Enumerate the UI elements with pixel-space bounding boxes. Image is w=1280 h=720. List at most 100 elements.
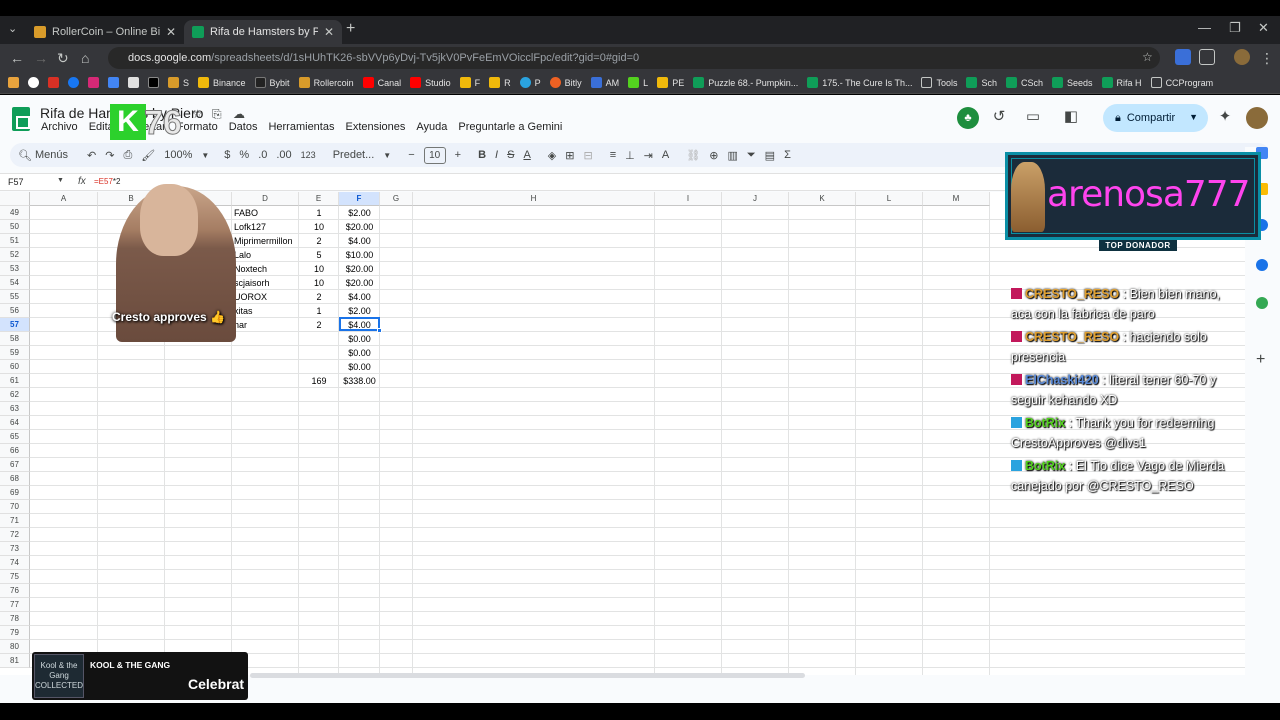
url-field[interactable]: docs.google.com/spreadsheets/d/1sHUhTK26… [108,47,1160,69]
row-header[interactable]: 58 [0,332,30,346]
horizontal-align-icon[interactable]: ≡ [610,149,616,161]
cell-f60[interactable]: $0.00 [340,360,379,374]
column-header-i[interactable]: I [655,192,722,206]
functions-icon[interactable]: Σ [784,149,791,161]
cell-e57[interactable]: 2 [300,318,338,332]
bookmark-puzzle[interactable]: Puzzle 68.- Pumpkin... [693,77,798,88]
bookmark-rifa-h[interactable]: Rifa H [1101,77,1142,88]
forward-icon[interactable]: → [34,50,48,66]
row-header[interactable]: 72 [0,528,30,542]
cell-e51[interactable]: 2 [300,234,338,248]
name-box-chevron-icon[interactable]: ▼ [57,177,64,184]
column-header-j[interactable]: J [722,192,789,206]
row-header[interactable]: 61 [0,374,30,388]
cell-e54[interactable]: 10 [300,276,338,290]
row-header[interactable]: 52 [0,248,30,262]
close-tab-icon[interactable]: ✕ [166,25,176,39]
percent-button[interactable]: % [239,149,249,161]
row-header[interactable]: 65 [0,430,30,444]
row-header[interactable]: 56 [0,304,30,318]
bookmark-f[interactable]: F [459,77,480,88]
bookmark-icon-only[interactable] [128,77,139,88]
bookmark-s[interactable]: S [168,77,189,88]
column-header-f[interactable]: F [339,192,380,206]
cell-e50[interactable]: 10 [300,220,338,234]
cell-f53[interactable]: $20.00 [340,262,379,276]
font-chevron-icon[interactable]: ▼ [383,151,391,160]
row-header[interactable]: 68 [0,472,30,486]
insert-chart-icon[interactable]: ▥ [727,149,737,162]
font-select[interactable]: Predet... [333,149,375,161]
bookmark-folder-tools[interactable]: Tools [921,77,957,88]
search-menus-icon[interactable]: 🔍︎ [18,149,32,162]
number-format-button[interactable]: 123 [301,150,316,160]
bookmark-icon-only[interactable] [68,77,79,88]
merge-cells-icon[interactable]: ⊟ [583,149,592,162]
reload-icon[interactable]: ↻ [57,50,69,67]
column-header-m[interactable]: M [923,192,990,206]
cell-e53[interactable]: 10 [300,262,338,276]
row-header[interactable]: 55 [0,290,30,304]
bookmark-binance[interactable]: Binance [198,77,246,88]
cell-f61[interactable]: $338.00 [340,374,379,388]
text-color-icon[interactable]: A [523,149,530,161]
row-header[interactable]: 75 [0,570,30,584]
column-header-k[interactable]: K [789,192,856,206]
row-header[interactable]: 59 [0,346,30,360]
menu-gemini[interactable]: Preguntarle a Gemini [458,121,562,133]
undo-icon[interactable]: ↶ [87,149,96,162]
bookmark-sch[interactable]: Sch [966,77,997,88]
back-icon[interactable]: ← [10,50,24,66]
select-all-corner[interactable] [0,192,30,206]
row-header[interactable]: 81 [0,654,30,668]
zoom-select[interactable]: 100% [164,149,192,161]
bookmark-cure[interactable]: 175.- The Cure Is Th... [807,77,912,88]
add-addon-icon[interactable]: + [1256,351,1265,369]
bookmark-seeds[interactable]: Seeds [1052,77,1093,88]
tab-search-icon[interactable]: ⌄ [8,22,17,35]
borders-icon[interactable]: ⊞ [565,149,574,162]
currency-button[interactable]: $ [224,149,230,161]
font-size-increase-icon[interactable]: + [455,149,461,161]
cell-e56[interactable]: 1 [300,304,338,318]
bookmark-icon-only[interactable] [108,77,119,88]
menu-ayuda[interactable]: Ayuda [416,121,447,133]
menu-extensiones[interactable]: Extensiones [345,121,405,133]
text-wrap-icon[interactable]: ⇥ [644,149,653,162]
share-button[interactable]: 🔒︎ Compartir ▼ [1103,104,1208,132]
cell-f54[interactable]: $20.00 [340,276,379,290]
meet-icon[interactable]: ◧ [1060,107,1082,129]
italic-icon[interactable]: I [495,149,498,161]
row-header[interactable]: 77 [0,598,30,612]
redo-icon[interactable]: ↷ [105,149,114,162]
row-header[interactable]: 50 [0,220,30,234]
bookmark-icon-only[interactable] [28,77,39,88]
cell-f50[interactable]: $20.00 [340,220,379,234]
home-icon[interactable]: ⌂ [81,50,89,66]
bookmark-bitly[interactable]: Bitly [549,77,582,88]
insert-comment-icon[interactable]: ⊕ [709,149,718,162]
cell-e49[interactable]: 1 [300,206,338,220]
sheets-logo-icon[interactable] [12,107,30,131]
extension-icon[interactable] [1175,49,1191,65]
row-header[interactable]: 71 [0,514,30,528]
cell-f56[interactable]: $2.00 [340,304,379,318]
cell-f58[interactable]: $0.00 [340,332,379,346]
row-header[interactable]: 76 [0,584,30,598]
menu-datos[interactable]: Datos [229,121,258,133]
row-header[interactable]: 62 [0,388,30,402]
row-header[interactable]: 67 [0,458,30,472]
bookmark-icon-only[interactable] [88,77,99,88]
row-header[interactable]: 74 [0,556,30,570]
browser-menu-icon[interactable]: ⋮ [1260,50,1274,67]
cell-e55[interactable]: 2 [300,290,338,304]
column-header-e[interactable]: E [299,192,339,206]
bookmark-rollercoin[interactable]: Rollercoin [298,77,354,88]
row-header[interactable]: 79 [0,626,30,640]
close-window-icon[interactable]: ✕ [1258,20,1269,36]
bookmark-r[interactable]: R [489,77,511,88]
fill-handle[interactable] [377,328,382,333]
cell-e52[interactable]: 5 [300,248,338,262]
fill-color-icon[interactable]: ◈ [548,149,556,162]
row-header[interactable]: 64 [0,416,30,430]
